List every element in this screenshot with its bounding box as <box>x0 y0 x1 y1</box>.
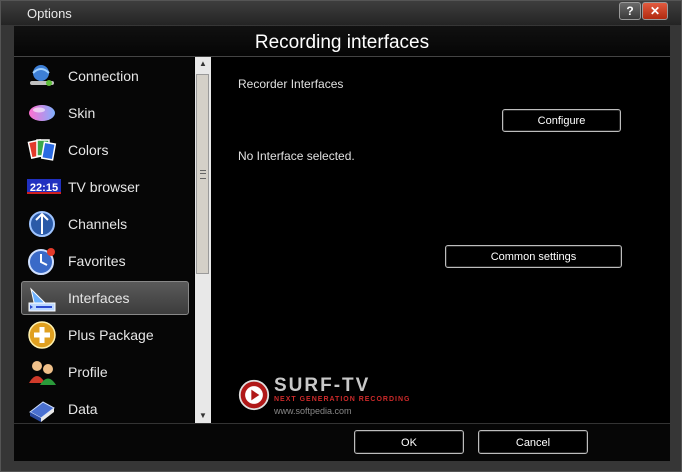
sidebar-item-interfaces[interactable]: Interfaces <box>21 281 189 315</box>
channels-icon <box>29 211 55 237</box>
sidebar-item-label: Interfaces <box>68 290 130 306</box>
connection-icon <box>30 65 54 86</box>
profile-icon <box>29 361 56 385</box>
sidebar-item-data[interactable]: Data <box>21 392 189 426</box>
plus-package-icon <box>28 321 56 349</box>
content-area: Connection Skin Colors 22:15 TV browser … <box>14 57 670 423</box>
scroll-up-arrow-icon[interactable]: ▲ <box>195 57 211 71</box>
data-icon <box>29 401 55 422</box>
logo-name: SURF-TV <box>274 375 371 396</box>
sidebar-item-channels[interactable]: Channels <box>21 207 189 241</box>
brand-logo: SURF-TV NEXT GENERATION RECORDING www.so… <box>238 375 428 419</box>
options-window: Options ? ✕ Recording interfaces Connect… <box>0 0 682 472</box>
sidebar-item-plus-package[interactable]: Plus Package <box>21 318 189 352</box>
sidebar-item-colors[interactable]: Colors <box>21 133 189 167</box>
page-header: Recording interfaces <box>14 26 670 57</box>
record-logo-icon <box>238 379 270 411</box>
status-text: No Interface selected. <box>238 149 355 163</box>
sidebar: Connection Skin Colors 22:15 TV browser … <box>14 57 194 423</box>
logo-url: www.softpedia.com <box>274 406 352 416</box>
sidebar-item-tv-browser[interactable]: 22:15 TV browser <box>21 170 189 204</box>
main-panel: Recorder Interfaces Configure No Interfa… <box>211 57 670 423</box>
sidebar-item-label: Connection <box>68 68 139 84</box>
sidebar-item-connection[interactable]: Connection <box>21 59 189 93</box>
help-button[interactable]: ? <box>619 2 641 20</box>
page-title: Recording interfaces <box>254 32 430 53</box>
tv-browser-icon: 22:15 <box>27 179 61 194</box>
sidebar-item-label: Data <box>68 401 98 417</box>
sidebar-item-label: Favorites <box>68 253 126 269</box>
logo-tagline: NEXT GENERATION RECORDING <box>274 396 411 403</box>
sidebar-item-favorites[interactable]: Favorites <box>21 244 189 278</box>
scrollbar-thumb[interactable] <box>196 74 209 274</box>
section-title: Recorder Interfaces <box>238 77 344 91</box>
sidebar-item-label: Plus Package <box>68 327 154 343</box>
colors-icon <box>27 139 57 161</box>
scroll-down-arrow-icon[interactable]: ▼ <box>195 409 211 423</box>
sidebar-item-label: TV browser <box>68 179 140 195</box>
sidebar-item-skin[interactable]: Skin <box>21 96 189 130</box>
favorites-icon <box>28 248 55 275</box>
cancel-button[interactable]: Cancel <box>478 430 588 454</box>
window-title: Options <box>27 6 72 21</box>
sidebar-item-label: Channels <box>68 216 128 232</box>
dialog-footer: OK Cancel <box>14 423 670 461</box>
sidebar-item-profile[interactable]: Profile <box>21 355 189 389</box>
ok-button[interactable]: OK <box>354 430 464 454</box>
close-button[interactable]: ✕ <box>642 2 668 20</box>
skin-icon <box>29 105 55 121</box>
sidebar-item-label: Skin <box>68 105 96 121</box>
configure-button[interactable]: Configure <box>502 109 621 132</box>
title-bar: Options ? ✕ <box>1 1 681 25</box>
interfaces-icon <box>28 287 56 312</box>
sidebar-item-label: Profile <box>68 364 108 380</box>
sidebar-scrollbar[interactable]: ▲ ▼ <box>195 57 211 423</box>
grip-icon <box>200 170 206 179</box>
sidebar-item-label: Colors <box>68 142 109 158</box>
common-settings-button[interactable]: Common settings <box>445 245 622 268</box>
